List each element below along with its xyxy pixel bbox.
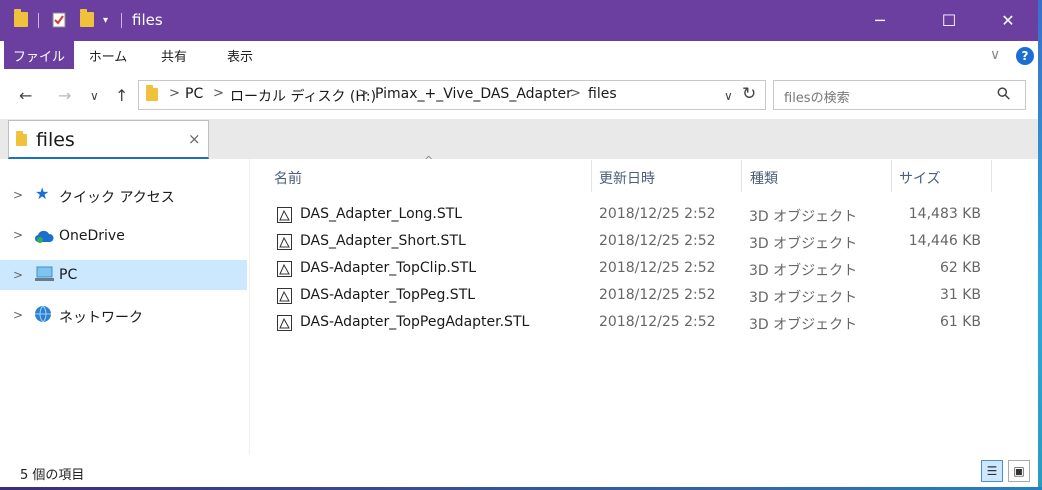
nav-item-label: クイック アクセス (59, 190, 175, 206)
tab-title: files (36, 129, 75, 151)
file-name: DAS-Adapter_TopPeg.STL (300, 287, 476, 303)
breadcrumb-files[interactable]: files (588, 86, 617, 102)
file-name: DAS_Adapter_Short.STL (300, 233, 466, 249)
computer-icon (35, 266, 55, 286)
expand-icon[interactable]: > (13, 268, 23, 282)
file-size: 61 KB (939, 314, 981, 330)
minimize-button[interactable]: ─ (857, 0, 903, 41)
ribbon-tab-home[interactable]: ホーム (80, 41, 136, 69)
ribbon-tab-share[interactable]: 共有 (150, 41, 198, 69)
address-dropdown-icon[interactable]: ∨ (724, 89, 733, 103)
expand-icon[interactable]: > (13, 308, 23, 322)
file-modified: 2018/12/25 2:52 (599, 233, 716, 249)
ribbon-tab-view[interactable]: 表示 (214, 41, 266, 69)
breadcrumb-separator[interactable]: > (570, 86, 581, 101)
file-name: DAS-Adapter_TopClip.STL (300, 260, 477, 276)
breadcrumb-local-disk[interactable]: ローカル ディスク (H:) (230, 86, 376, 106)
ribbon-expand-icon[interactable]: ∨ (990, 47, 1000, 63)
stl-file-icon (277, 315, 292, 331)
properties-icon[interactable] (52, 11, 67, 28)
file-type: 3D オブジェクト (749, 209, 858, 225)
file-size: 14,446 KB (908, 233, 981, 249)
sort-ascending-icon: ^ (424, 154, 434, 167)
address-folder-icon (146, 85, 158, 101)
new-folder-icon[interactable] (80, 9, 94, 27)
desktop-edge-right (1038, 0, 1042, 490)
quick-access-separator (38, 13, 39, 28)
back-button[interactable]: ← (19, 86, 32, 105)
file-modified: 2018/12/25 2:52 (599, 260, 716, 276)
help-icon[interactable]: ? (1016, 47, 1034, 65)
stl-file-icon (277, 261, 292, 277)
ribbon-tab-file[interactable]: ファイル (4, 41, 74, 69)
stl-file-icon (277, 234, 292, 250)
file-modified: 2018/12/25 2:52 (599, 206, 716, 222)
column-divider[interactable] (741, 160, 742, 192)
nav-item-label: ネットワーク (59, 310, 143, 326)
breadcrumb-separator[interactable]: > (169, 86, 180, 101)
breadcrumb-separator[interactable]: > (358, 86, 369, 101)
up-button[interactable]: ↑ (115, 86, 128, 105)
column-divider[interactable] (891, 160, 892, 192)
file-name: DAS_Adapter_Long.STL (300, 206, 463, 222)
search-placeholder: filesの検索 (784, 91, 850, 106)
file-size: 31 KB (939, 287, 981, 303)
file-size: 14,483 KB (908, 206, 981, 222)
window-title: files (132, 11, 163, 29)
breadcrumb-pc[interactable]: PC (185, 86, 203, 102)
forward-button[interactable]: → (58, 86, 71, 105)
file-name: DAS-Adapter_TopPegAdapter.STL (300, 314, 530, 330)
nav-item-label: PC (59, 267, 78, 283)
folder-icon (14, 9, 28, 27)
stl-file-icon (277, 288, 292, 304)
stl-file-icon (277, 207, 292, 223)
file-modified: 2018/12/25 2:52 (599, 314, 716, 330)
column-header-type[interactable]: 種類 (750, 168, 778, 188)
column-header-modified[interactable]: 更新日時 (599, 168, 655, 188)
network-icon (34, 305, 54, 327)
column-header-size[interactable]: サイズ (899, 168, 941, 188)
file-type: 3D オブジェクト (749, 317, 858, 333)
column-divider[interactable] (991, 160, 992, 192)
recent-locations-button[interactable]: ∨ (90, 89, 99, 103)
close-button[interactable]: ✕ (985, 0, 1031, 41)
column-divider[interactable] (591, 160, 592, 192)
star-icon: ★ (35, 184, 50, 203)
file-type: 3D オブジェクト (749, 236, 858, 252)
customize-toolbar-icon[interactable]: ▾ (103, 15, 108, 26)
refresh-icon[interactable]: ↻ (742, 84, 756, 104)
expand-icon[interactable]: > (13, 228, 23, 242)
details-view-button[interactable]: ☰ (981, 460, 1003, 482)
maximize-button[interactable]: ☐ (926, 0, 972, 41)
file-size: 62 KB (939, 260, 981, 276)
file-type: 3D オブジェクト (749, 290, 858, 306)
status-item-count: 5 個の項目 (20, 468, 85, 483)
expand-icon[interactable]: > (13, 188, 23, 202)
breadcrumb-separator[interactable]: > (213, 86, 224, 101)
column-header-name[interactable]: 名前 (274, 168, 302, 188)
breadcrumb-project-folder[interactable]: Pimax_+_Vive_DAS_Adapter (375, 86, 572, 102)
cloud-icon (34, 228, 54, 247)
pane-divider[interactable] (249, 159, 250, 455)
large-icons-view-button[interactable]: ▣ (1008, 460, 1030, 482)
tab-close-icon[interactable]: × (188, 130, 201, 148)
file-type: 3D オブジェクト (749, 263, 858, 279)
title-separator (121, 13, 122, 28)
tab-folder-icon (16, 131, 27, 146)
file-modified: 2018/12/25 2:52 (599, 287, 716, 303)
nav-item-label: OneDrive (59, 228, 125, 244)
